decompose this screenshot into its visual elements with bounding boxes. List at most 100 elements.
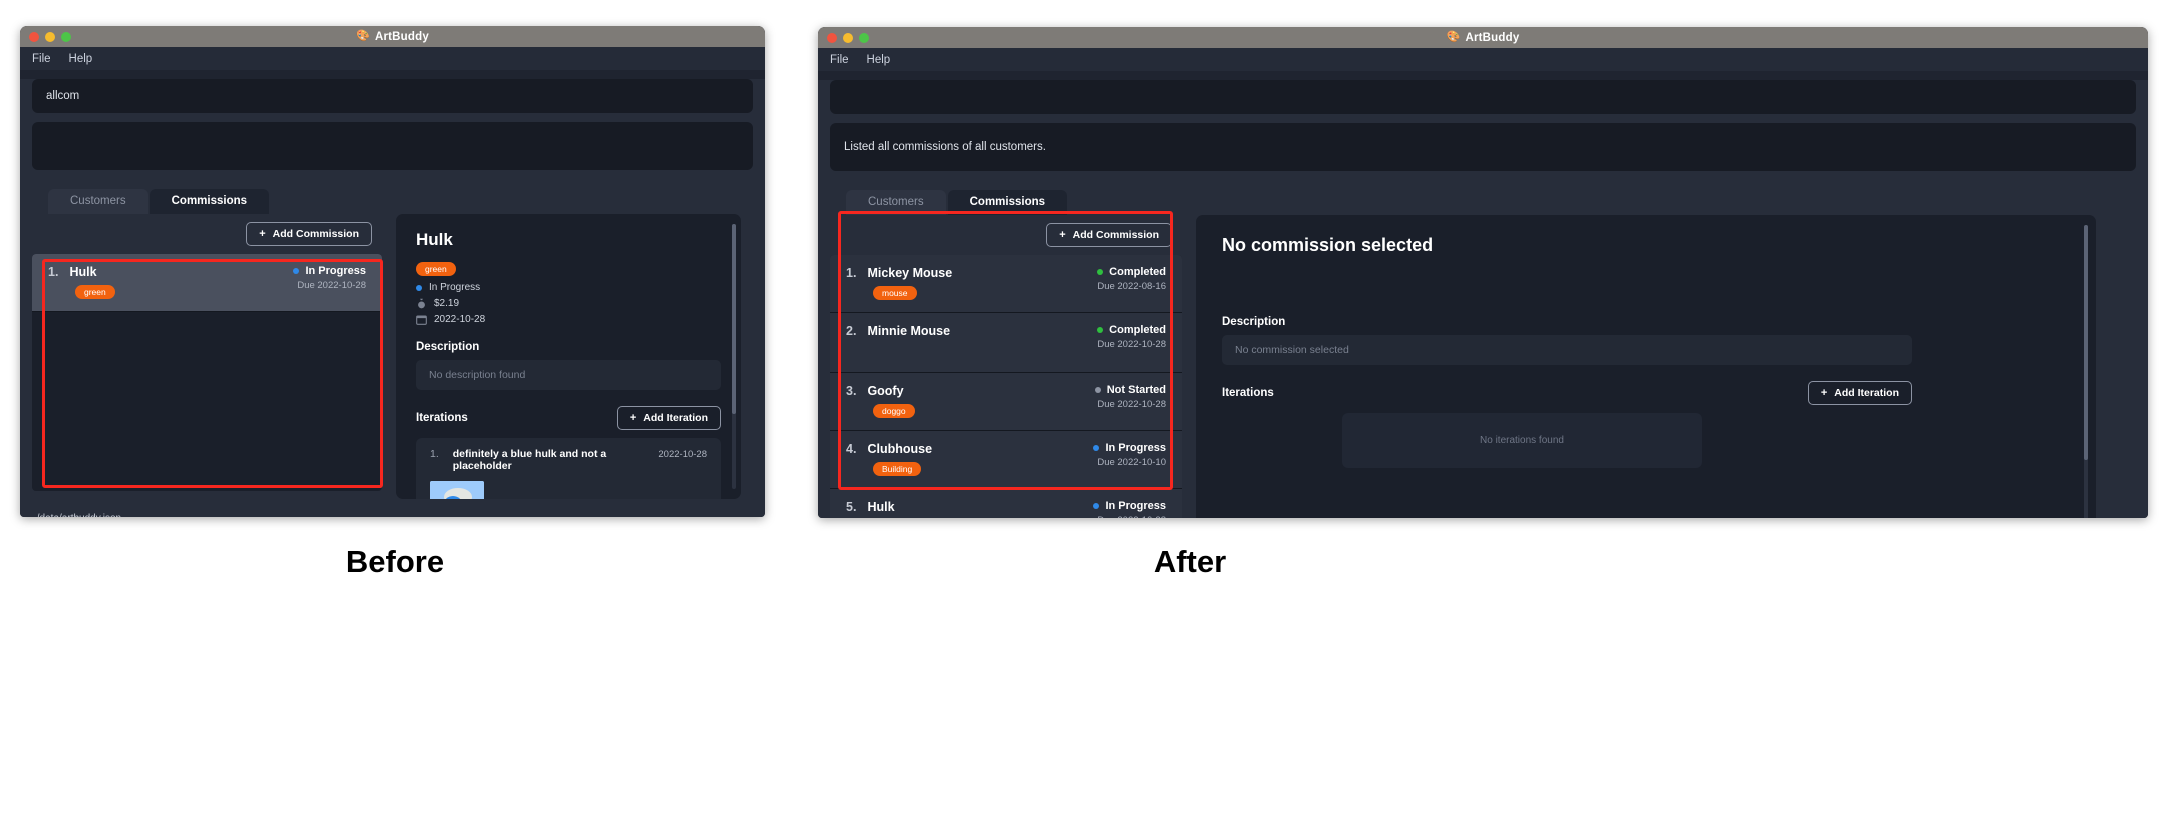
detail-scrollbar-thumb[interactable] <box>2084 225 2088 460</box>
before-window-title: 🎨 ArtBuddy <box>20 31 765 43</box>
add-iteration-button[interactable]: + Add Iteration <box>1807 381 1912 405</box>
description-field[interactable]: No description found <box>416 360 721 390</box>
before-titlebar[interactable]: 🎨 ArtBuddy <box>20 26 765 47</box>
status-label: Not Started <box>1106 384 1166 396</box>
row-tag: Building <box>873 462 922 476</box>
menu-file[interactable]: File <box>830 54 849 66</box>
detail-scrollbar-track[interactable] <box>2084 225 2088 518</box>
table-row[interactable]: 4. Clubhouse Building In Progress Due 20… <box>830 431 1182 489</box>
detail-scrollbar-track[interactable] <box>732 224 736 489</box>
after-row-right: In Progress Due 2022-10-28 <box>1093 500 1166 518</box>
tab-customers[interactable]: Customers <box>48 189 148 214</box>
iteration-thumbnail[interactable] <box>430 481 484 499</box>
tab-commissions[interactable]: Commissions <box>947 190 1068 215</box>
row-due-date: Due 2022-08-16 <box>1097 281 1166 292</box>
row-index: 5. <box>846 500 857 514</box>
menu-help[interactable]: Help <box>69 53 93 65</box>
after-row-title-line: 4. Clubhouse <box>846 442 932 456</box>
tab-commissions-label: Commissions <box>969 196 1046 208</box>
money-bag-icon <box>416 298 427 309</box>
status-label: Completed <box>1109 266 1166 278</box>
detail-price-label: $2.19 <box>434 298 460 309</box>
after-row-left: 4. Clubhouse Building <box>846 442 932 476</box>
after-add-commission-bar: + Add Commission <box>830 215 1182 255</box>
add-iteration-label: Add Iteration <box>643 412 708 424</box>
tab-customers[interactable]: Customers <box>846 190 946 215</box>
status-dot-icon <box>1093 503 1100 509</box>
status-badge: In Progress <box>1093 500 1166 512</box>
menu-file[interactable]: File <box>32 53 51 65</box>
tab-commissions[interactable]: Commissions <box>149 189 270 214</box>
status-dot-icon <box>1094 387 1101 393</box>
before-body: allcom Customers Commissions + Add Commi… <box>20 79 765 517</box>
row-tag: green <box>75 285 115 299</box>
after-iterations-header: Iterations + Add Iteration <box>1222 381 1912 405</box>
status-label: Completed <box>1109 324 1166 336</box>
table-row[interactable]: 3. Goofy doggo Not Started Due 2022-10-2… <box>830 373 1182 431</box>
menu-help[interactable]: Help <box>867 54 891 66</box>
description-field[interactable]: No commission selected <box>1222 335 1912 365</box>
before-statusbar: ./data/artbuddy.json <box>20 508 765 517</box>
before-command-input[interactable]: allcom <box>32 79 753 113</box>
after-command-input[interactable] <box>830 80 2136 114</box>
table-row[interactable]: 1. Mickey Mouse mouse Completed Due 2022… <box>830 255 1182 313</box>
before-add-commission-bar: + Add Commission <box>32 214 382 254</box>
tab-customers-label: Customers <box>70 195 126 207</box>
status-dot-icon <box>1097 327 1104 333</box>
before-menubar[interactable]: File Help <box>20 47 765 70</box>
table-row[interactable]: 2. Minnie Mouse Completed Due 2022-10-28 <box>830 313 1182 373</box>
calendar-icon <box>416 314 427 325</box>
before-output-box <box>32 122 753 170</box>
after-titlebar[interactable]: 🎨 ArtBuddy <box>818 27 2148 48</box>
after-row-left: 2. Minnie Mouse <box>846 324 950 338</box>
detail-scrollbar-thumb[interactable] <box>732 224 736 414</box>
add-iteration-button[interactable]: + Add Iteration <box>616 406 721 430</box>
before-window: 🎨 ArtBuddy File Help allcom Customers Co… <box>20 26 765 517</box>
row-due-date: Due 2022-10-10 <box>1097 457 1166 468</box>
after-tabs[interactable]: Customers Commissions <box>846 187 2148 215</box>
list-item[interactable]: 1. definitely a blue hulk and not a plac… <box>416 438 721 499</box>
before-commission-list[interactable]: 1. Hulk green In Progress Due 2022-10-28 <box>32 254 382 491</box>
iterations-label: Iterations <box>1222 387 1274 399</box>
row-due-date: Due 2022-10-28 <box>1097 339 1166 350</box>
after-menubar[interactable]: File Help <box>818 48 2148 71</box>
iterations-label: Iterations <box>416 412 468 424</box>
description-label: Description <box>416 341 480 353</box>
detail-date: 2022-10-28 <box>416 314 721 325</box>
table-row[interactable]: 1. Hulk green In Progress Due 2022-10-28 <box>32 254 382 312</box>
comparison-figure: 🎨 ArtBuddy File Help allcom Customers Co… <box>0 0 2168 838</box>
add-commission-button[interactable]: + Add Commission <box>1046 223 1172 247</box>
table-row[interactable]: 5. Hulk green In Progress Due 20 <box>830 489 1182 518</box>
after-window-title-text: ArtBuddy <box>1465 31 1520 44</box>
before-tabs[interactable]: Customers Commissions <box>48 186 765 214</box>
plus-icon: + <box>259 228 266 240</box>
before-caption: Before <box>345 544 445 579</box>
row-index: 4. <box>846 442 857 456</box>
after-commission-list[interactable]: 1. Mickey Mouse mouse Completed Due 2022… <box>830 255 1182 518</box>
row-index: 2. <box>846 324 857 338</box>
before-row-left: 1. Hulk green <box>48 265 115 299</box>
after-panels: + Add Commission 1. Mickey Mouse mouse C… <box>830 215 2136 518</box>
plus-icon: + <box>629 412 637 424</box>
before-iterations-header: Iterations + Add Iteration <box>416 406 721 430</box>
after-row-right: In Progress Due 2022-10-10 <box>1093 442 1166 468</box>
row-name: Hulk <box>69 265 97 279</box>
after-row-right: Completed Due 2022-10-28 <box>1097 324 1166 350</box>
detail-price: $2.19 <box>416 298 721 309</box>
tab-commissions-label: Commissions <box>171 195 248 207</box>
add-commission-button[interactable]: + Add Commission <box>246 222 372 246</box>
before-detail-panel: Hulk green In Progress $2.19 2022-10-28 … <box>396 214 741 499</box>
after-row-title-line: 2. Minnie Mouse <box>846 324 950 338</box>
plus-icon: + <box>1059 229 1066 241</box>
artbuddy-icon: 🎨 <box>1446 31 1461 43</box>
before-list-column: + Add Commission 1. Hulk green In Progre… <box>32 214 382 499</box>
detail-status: In Progress <box>416 282 721 293</box>
status-badge: Not Started <box>1094 384 1166 396</box>
description-label: Description <box>1222 316 1286 328</box>
row-name: Mickey Mouse <box>867 266 953 280</box>
page-title: No commission selected <box>1222 235 1434 255</box>
before-row-right: In Progress Due 2022-10-28 <box>293 265 366 291</box>
after-row-right: Completed Due 2022-08-16 <box>1097 266 1166 292</box>
add-iteration-label: Add Iteration <box>1834 387 1899 399</box>
empty-iterations-box: No iterations found <box>1342 413 1702 468</box>
